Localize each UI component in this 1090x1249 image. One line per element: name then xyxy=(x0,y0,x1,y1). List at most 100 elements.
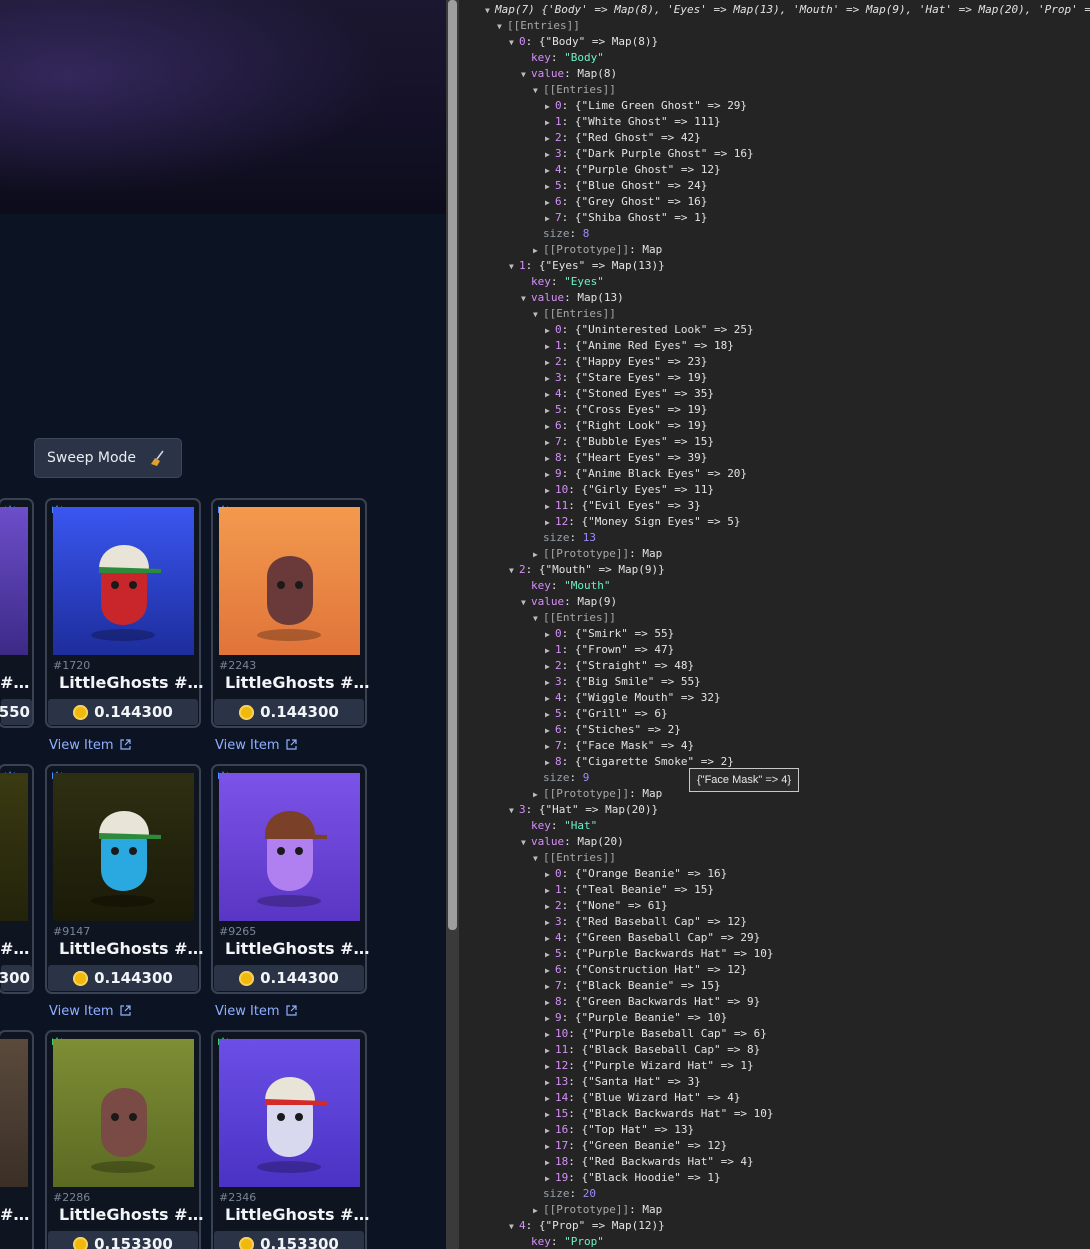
nft-card[interactable]: #9147 LittleGhosts #… 0.144300 xyxy=(45,764,204,994)
map-item[interactable]: ▶ 1: {"Teal Beanie" => 15} xyxy=(545,882,714,898)
map-item[interactable]: ▶ 3: {"Dark Purple Ghost" => 16} xyxy=(545,146,754,162)
map-item[interactable]: ▶ 2: {"Straight" => 48} xyxy=(545,658,694,674)
map-item[interactable]: ▶ 11: {"Evil Eyes" => 3} xyxy=(545,498,701,514)
sweep-mode-button[interactable]: Sweep Mode xyxy=(34,438,182,478)
nft-image[interactable] xyxy=(53,1039,194,1187)
map-item[interactable]: ▶ 7: {"Black Beanie" => 15} xyxy=(545,978,721,994)
entries-toggle[interactable]: ▼ [[Entries]] xyxy=(533,850,616,866)
nft-image[interactable] xyxy=(53,507,194,655)
map-item[interactable]: ▶ 6: {"Construction Hat" => 12} xyxy=(545,962,747,978)
map-item[interactable]: ▶ 10: {"Girly Eyes" => 11} xyxy=(545,482,714,498)
map-item[interactable]: ▶ 10: {"Purple Baseball Cap" => 6} xyxy=(545,1026,767,1042)
map-item[interactable]: ▶ 6: {"Grey Ghost" => 16} xyxy=(545,194,707,210)
map-item[interactable]: ▶ 0: {"Uninterested Look" => 25} xyxy=(545,322,754,338)
map-item[interactable]: ▶ 1: {"Frown" => 47} xyxy=(545,642,674,658)
entry-value[interactable]: ▼ value: Map(8) xyxy=(521,66,617,82)
prototype-toggle[interactable]: ▶ [[Prototype]]: Map xyxy=(533,242,662,258)
ghost-avatar xyxy=(91,545,161,641)
map-entry-mouth[interactable]: ▼ 2: {"Mouth" => Map(9)} xyxy=(509,562,665,578)
external-link-icon xyxy=(119,739,131,750)
nft-image[interactable] xyxy=(53,773,194,921)
nft-card[interactable]: #… 300 xyxy=(0,764,34,994)
nft-card[interactable]: #9265 LittleGhosts #… 0.144300 xyxy=(211,764,370,994)
map-entry-eyes[interactable]: ▼ 1: {"Eyes" => Map(13)} xyxy=(509,258,665,274)
nft-card[interactable]: #… xyxy=(0,1030,34,1249)
map-item[interactable]: ▶ 12: {"Purple Wizard Hat" => 1} xyxy=(545,1058,754,1074)
ghost-avatar xyxy=(91,1088,155,1173)
map-item[interactable]: ▶ 5: {"Purple Backwards Hat" => 10} xyxy=(545,946,774,962)
view-item-link[interactable]: View Item xyxy=(49,1004,131,1019)
map-entry-body[interactable]: ▼ 0: {"Body" => Map(8)} xyxy=(509,34,658,50)
map-item[interactable]: ▶ 7: {"Face Mask" => 4} xyxy=(545,738,694,754)
nft-image[interactable] xyxy=(0,1039,28,1187)
nft-card[interactable]: #2286 LittleGhosts #… 0.153300 xyxy=(45,1030,204,1249)
map-item[interactable]: ▶ 4: {"Purple Ghost" => 12} xyxy=(545,162,721,178)
map-item[interactable]: ▶ 6: {"Right Look" => 19} xyxy=(545,418,707,434)
map-item[interactable]: ▶ 7: {"Shiba Ghost" => 1} xyxy=(545,210,707,226)
map-item[interactable]: ▶ 12: {"Money Sign Eyes" => 5} xyxy=(545,514,740,530)
entry-value[interactable]: ▼ value: Map(20) xyxy=(521,834,624,850)
map-item[interactable]: ▶ 4: {"Green Baseball Cap" => 29} xyxy=(545,930,760,946)
map-item[interactable]: ▶ 3: {"Stare Eyes" => 19} xyxy=(545,370,707,386)
map-item[interactable]: ▶ 0: {"Lime Green Ghost" => 29} xyxy=(545,98,747,114)
nft-image[interactable] xyxy=(219,507,360,655)
bnb-coin-icon xyxy=(73,704,89,720)
map-item[interactable]: ▶ 1: {"Anime Red Eyes" => 18} xyxy=(545,338,734,354)
map-item[interactable]: ▶ 5: {"Blue Ghost" => 24} xyxy=(545,178,707,194)
nft-card[interactable]: #2346 LittleGhosts #… 0.153300 xyxy=(211,1030,370,1249)
nft-card[interactable]: #1720 LittleGhosts #… 0.144300 xyxy=(45,498,204,728)
entries-toggle[interactable]: ▼ [[Entries]] xyxy=(533,306,616,322)
prototype-toggle[interactable]: ▶ [[Prototype]]: Map xyxy=(533,1202,662,1218)
entry-value[interactable]: ▼ value: Map(13) xyxy=(521,290,624,306)
map-item[interactable]: ▶ 13: {"Santa Hat" => 3} xyxy=(545,1074,701,1090)
map-item[interactable]: ▶ 18: {"Red Backwards Hat" => 4} xyxy=(545,1154,754,1170)
map-item[interactable]: ▶ 17: {"Green Beanie" => 12} xyxy=(545,1138,727,1154)
scrollbar-thumb[interactable] xyxy=(448,0,457,930)
map-item[interactable]: ▶ 8: {"Green Backwards Hat" => 9} xyxy=(545,994,760,1010)
view-item-link[interactable]: View Item xyxy=(215,1004,297,1019)
prototype-toggle[interactable]: ▶ [[Prototype]]: Map xyxy=(533,546,662,562)
nft-card[interactable]: #2243 LittleGhosts #… 0.144300 xyxy=(211,498,370,728)
entry-value[interactable]: ▼ value: Map(9) xyxy=(521,594,617,610)
nft-image[interactable] xyxy=(219,1039,360,1187)
map-item[interactable]: ▶ 5: {"Cross Eyes" => 19} xyxy=(545,402,707,418)
nft-image[interactable] xyxy=(0,773,28,921)
map-item[interactable]: ▶ 4: {"Wiggle Mouth" => 32} xyxy=(545,690,721,706)
hover-tooltip: {"Face Mask" => 4} xyxy=(689,768,800,792)
price-tag: 300 xyxy=(0,965,32,991)
view-item-link[interactable]: View Item xyxy=(215,738,297,753)
map-item[interactable]: ▶ 3: {"Red Baseball Cap" => 12} xyxy=(545,914,747,930)
nft-card[interactable]: #… 550 xyxy=(0,498,34,728)
map-item[interactable]: ▶ 2: {"None" => 61} xyxy=(545,898,668,914)
map-item[interactable]: ▶ 16: {"Top Hat" => 13} xyxy=(545,1122,694,1138)
map-item[interactable]: ▶ 2: {"Happy Eyes" => 23} xyxy=(545,354,707,370)
map-item[interactable]: ▶ 9: {"Anime Black Eyes" => 20} xyxy=(545,466,747,482)
map-item[interactable]: ▶ 8: {"Heart Eyes" => 39} xyxy=(545,450,707,466)
bnb-coin-icon xyxy=(73,1236,89,1249)
view-item-link[interactable]: View Item xyxy=(49,738,131,753)
console-map-header[interactable]: ▼ Map(7) {'Body' => Map(8), 'Eyes' => Map… xyxy=(485,2,1090,18)
entries-toggle[interactable]: ▼ [[Entries]] xyxy=(533,82,616,98)
entries-toggle[interactable]: ▼ [[Entries]] xyxy=(497,18,580,34)
map-item[interactable]: ▶ 14: {"Blue Wizard Hat" => 4} xyxy=(545,1090,740,1106)
token-name: LittleGhosts #… xyxy=(59,1205,204,1224)
map-item[interactable]: ▶ 0: {"Smirk" => 55} xyxy=(545,626,674,642)
nft-image[interactable] xyxy=(219,773,360,921)
map-item[interactable]: ▶ 11: {"Black Baseball Cap" => 8} xyxy=(545,1042,760,1058)
map-item[interactable]: ▶ 4: {"Stoned Eyes" => 35} xyxy=(545,386,714,402)
map-item[interactable]: ▶ 0: {"Orange Beanie" => 16} xyxy=(545,866,727,882)
map-item[interactable]: ▶ 2: {"Red Ghost" => 42} xyxy=(545,130,701,146)
map-item[interactable]: ▶ 15: {"Black Backwards Hat" => 10} xyxy=(545,1106,774,1122)
map-entry-prop[interactable]: ▼ 4: {"Prop" => Map(12)} xyxy=(509,1218,665,1234)
entries-toggle[interactable]: ▼ [[Entries]] xyxy=(533,610,616,626)
map-item[interactable]: ▶ 7: {"Bubble Eyes" => 15} xyxy=(545,434,714,450)
map-item[interactable]: ▶ 3: {"Big Smile" => 55} xyxy=(545,674,701,690)
nft-image[interactable] xyxy=(0,507,28,655)
map-item[interactable]: ▶ 6: {"Stiches" => 2} xyxy=(545,722,681,738)
map-item[interactable]: ▶ 1: {"White Ghost" => 111} xyxy=(545,114,721,130)
map-item[interactable]: ▶ 19: {"Black Hoodie" => 1} xyxy=(545,1170,721,1186)
prototype-toggle[interactable]: ▶ [[Prototype]]: Map xyxy=(533,786,662,802)
map-item[interactable]: ▶ 5: {"Grill" => 6} xyxy=(545,706,668,722)
map-item[interactable]: ▶ 9: {"Purple Beanie" => 10} xyxy=(545,1010,727,1026)
map-entry-hat[interactable]: ▼ 3: {"Hat" => Map(20)} xyxy=(509,802,658,818)
